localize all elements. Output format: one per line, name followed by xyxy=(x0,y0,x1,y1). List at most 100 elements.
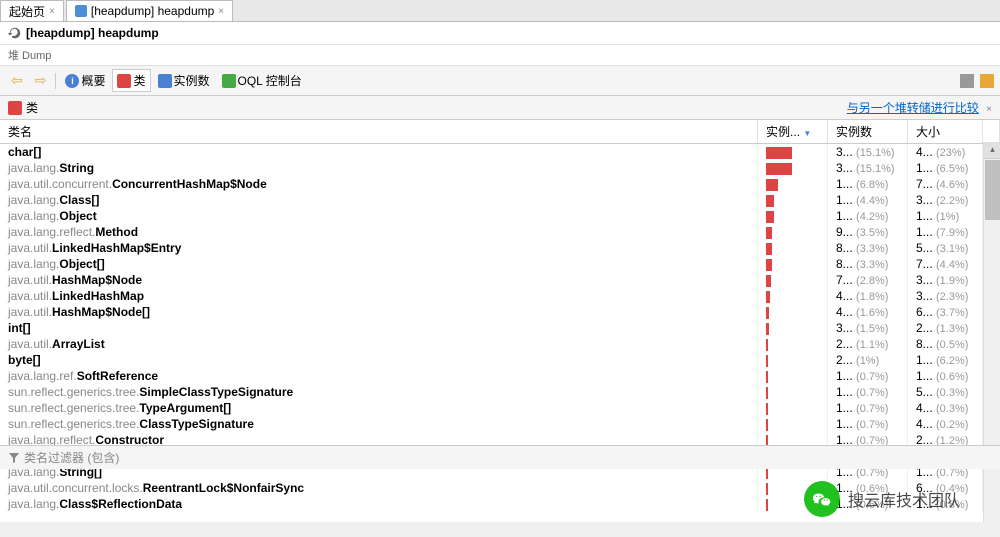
column-header-inst-pct[interactable]: 实例... ▼ xyxy=(758,120,828,144)
instances-button[interactable]: 实例数 xyxy=(153,69,215,92)
size-cell: 2... (1.3%) xyxy=(907,320,982,336)
count-cell: 3... (15.1%) xyxy=(828,144,908,161)
class-name-cell: java.lang.Class[] xyxy=(0,192,758,208)
size-cell: 1... (1%) xyxy=(907,208,982,224)
count-cell: 1... (0.7%) xyxy=(828,384,908,400)
table-row[interactable]: java.lang.String3... (15.1%)1... (6.5%) xyxy=(0,160,1000,176)
section-title: 类 xyxy=(26,99,38,116)
table-header-row: 类名 实例... ▼ 实例数 大小 xyxy=(0,120,1000,144)
count-cell: 8... (3.3%) xyxy=(828,256,908,272)
bar-cell xyxy=(758,320,828,336)
table-row[interactable]: java.util.LinkedHashMap4... (1.8%)3... (… xyxy=(0,288,1000,304)
table-row[interactable]: sun.reflect.generics.tree.TypeArgument[]… xyxy=(0,400,1000,416)
size-cell: 4... (23%) xyxy=(907,144,982,161)
table-row[interactable]: java.util.HashMap$Node[]4... (1.6%)6... … xyxy=(0,304,1000,320)
bar-cell xyxy=(758,144,828,161)
size-cell: 1... (7.9%) xyxy=(907,224,982,240)
window-icon[interactable] xyxy=(960,74,974,88)
size-cell: 5... (3.1%) xyxy=(907,240,982,256)
class-name-cell: java.lang.Object xyxy=(0,208,758,224)
classes-icon xyxy=(117,74,131,88)
count-cell: 9... (3.5%) xyxy=(828,224,908,240)
tab-label: [heapdump] heapdump xyxy=(91,4,214,18)
size-cell: 1... (6.5%) xyxy=(907,160,982,176)
classes-button[interactable]: 类 xyxy=(112,69,150,92)
filter-bar[interactable]: 类名过滤器 (包含) xyxy=(0,445,1000,469)
tab-heapdump[interactable]: [heapdump] heapdump × xyxy=(66,0,233,21)
watermark-text: 搜云库技术团队 xyxy=(848,487,960,511)
scroll-up-icon[interactable]: ▴ xyxy=(984,142,1000,159)
tab-start-page[interactable]: 起始页 × xyxy=(0,0,64,21)
filter-icon xyxy=(8,452,20,464)
compare-link[interactable]: 与另一个堆转储进行比较 xyxy=(847,101,979,115)
oql-button[interactable]: OQL 控制台 xyxy=(217,69,307,92)
bar-cell xyxy=(758,176,828,192)
table-row[interactable]: java.lang.Class[]1... (4.4%)3... (2.2%) xyxy=(0,192,1000,208)
tab-label: 起始页 xyxy=(9,3,45,20)
toolbar-right xyxy=(960,74,994,88)
table-row[interactable]: sun.reflect.generics.tree.SimpleClassTyp… xyxy=(0,384,1000,400)
arrow-right-icon: ⇨ xyxy=(35,72,47,89)
scroll-thumb[interactable] xyxy=(985,160,1000,220)
column-header-size[interactable]: 大小 xyxy=(907,120,982,144)
heapdump-icon xyxy=(75,5,87,17)
close-icon[interactable]: × xyxy=(218,6,224,17)
column-header-name[interactable]: 类名 xyxy=(0,120,758,144)
forward-button[interactable]: ⇨ xyxy=(30,69,52,92)
table-row[interactable]: java.util.HashMap$Node7... (2.8%)3... (1… xyxy=(0,272,1000,288)
count-cell: 1... (0.7%) xyxy=(828,368,908,384)
page-title: [heapdump] heapdump xyxy=(26,26,159,40)
bar-cell xyxy=(758,208,828,224)
table-row[interactable]: java.lang.reflect.Method 9... (3.5%)1... … xyxy=(0,224,1000,240)
size-cell: 8... (0.5%) xyxy=(907,336,982,352)
table-row[interactable]: byte[]2... (1%)1... (6.2%) xyxy=(0,352,1000,368)
bar-cell xyxy=(758,352,828,368)
class-name-cell: java.util.concurrent.locks.ReentrantLock… xyxy=(0,480,758,496)
class-name-cell: java.util.HashMap$Node xyxy=(0,272,758,288)
class-name-cell: java.util.LinkedHashMap$Entry xyxy=(0,240,758,256)
settings-icon[interactable] xyxy=(980,74,994,88)
table-row[interactable]: java.lang.ref.SoftReference1... (0.7%)1.… xyxy=(0,368,1000,384)
table-row[interactable]: java.lang.Object1... (4.2%)1... (1%) xyxy=(0,208,1000,224)
class-name-cell: sun.reflect.generics.tree.ClassTypeSigna… xyxy=(0,416,758,432)
instances-icon xyxy=(158,74,172,88)
close-icon[interactable]: × xyxy=(49,6,55,17)
refresh-icon[interactable] xyxy=(8,26,22,40)
table-row[interactable]: java.util.ArrayList2... (1.1%)8... (0.5%… xyxy=(0,336,1000,352)
size-cell: 4... (0.3%) xyxy=(907,400,982,416)
size-cell: 3... (1.9%) xyxy=(907,272,982,288)
count-cell: 2... (1%) xyxy=(828,352,908,368)
arrow-left-icon: ⇦ xyxy=(11,72,23,89)
bar-cell xyxy=(758,160,828,176)
bar-cell xyxy=(758,336,828,352)
sort-desc-icon: ▼ xyxy=(803,129,811,138)
class-name-cell: byte[] xyxy=(0,352,758,368)
info-icon: i xyxy=(65,74,79,88)
size-cell: 3... (2.3%) xyxy=(907,288,982,304)
oql-icon xyxy=(222,74,236,88)
count-cell: 4... (1.8%) xyxy=(828,288,908,304)
class-name-cell: java.util.HashMap$Node[] xyxy=(0,304,758,320)
class-name-cell: java.lang.Object[] xyxy=(0,256,758,272)
column-header-count[interactable]: 实例数 xyxy=(828,120,908,144)
bar-cell xyxy=(758,256,828,272)
class-name-cell: java.lang.reflect.Method xyxy=(0,224,758,240)
table-row[interactable]: java.util.concurrent.ConcurrentHashMap$N… xyxy=(0,176,1000,192)
table-row[interactable]: java.lang.Object[]8... (3.3%)7... (4.4%) xyxy=(0,256,1000,272)
table-row[interactable]: char[]3... (15.1%)4... (23%) xyxy=(0,144,1000,161)
table-row[interactable]: sun.reflect.generics.tree.ClassTypeSigna… xyxy=(0,416,1000,432)
bar-cell xyxy=(758,416,828,432)
count-cell: 3... (15.1%) xyxy=(828,160,908,176)
class-name-cell: java.lang.ref.SoftReference xyxy=(0,368,758,384)
bar-cell xyxy=(758,400,828,416)
table-row[interactable]: java.util.LinkedHashMap$Entry8... (3.3%)… xyxy=(0,240,1000,256)
toolbar: ⇦ ⇨ i 概要 类 实例数 OQL 控制台 xyxy=(0,66,1000,96)
back-button[interactable]: ⇦ xyxy=(6,69,28,92)
table-row[interactable]: int[]3... (1.5%)2... (1.3%) xyxy=(0,320,1000,336)
section-header: 类 与另一个堆转储进行比较 × xyxy=(0,96,1000,120)
close-icon[interactable]: × xyxy=(986,104,992,115)
class-name-cell: sun.reflect.generics.tree.TypeArgument[] xyxy=(0,400,758,416)
scrollbar-header xyxy=(982,120,999,144)
overview-button[interactable]: i 概要 xyxy=(60,69,110,92)
count-cell: 1... (4.4%) xyxy=(828,192,908,208)
